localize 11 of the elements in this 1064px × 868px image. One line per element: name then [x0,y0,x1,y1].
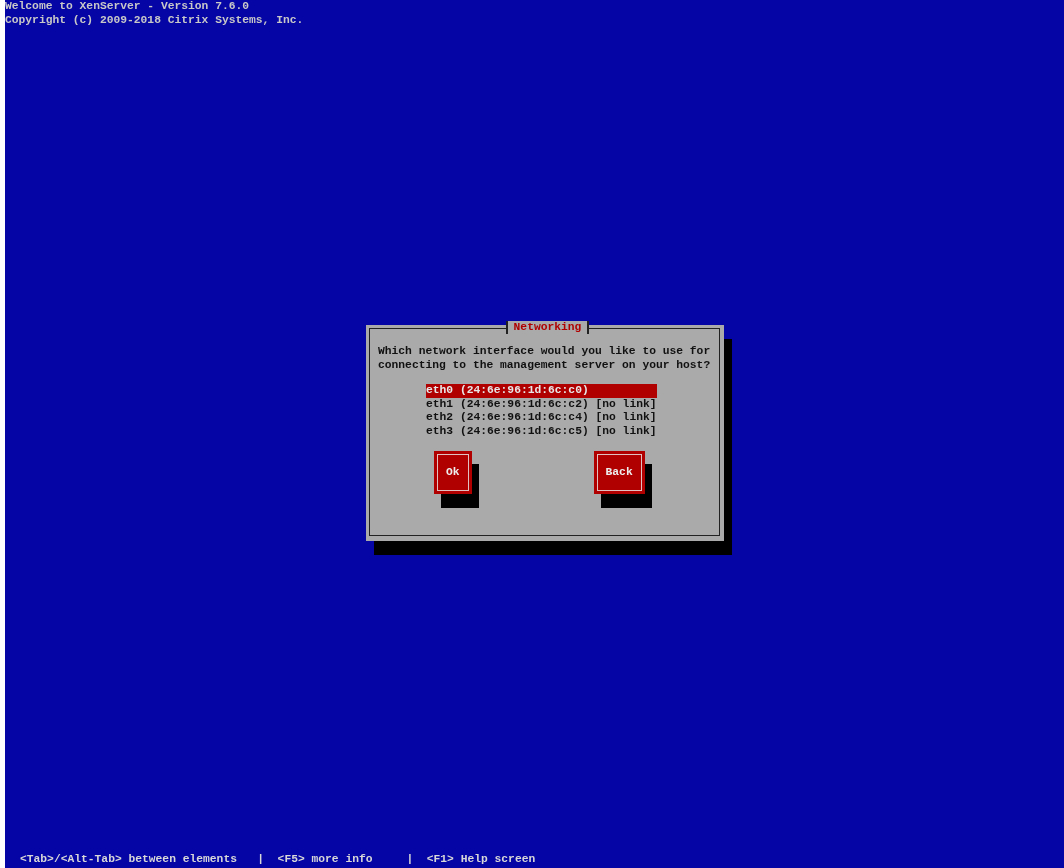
ok-button[interactable]: Ok [434,451,472,494]
back-button[interactable]: Back [593,451,645,494]
interface-item[interactable]: eth1 (24:6e:96:1d:6c:c2) [no link] [426,397,657,411]
interface-item[interactable]: eth3 (24:6e:96:1d:6c:c5) [no link] [426,424,657,438]
header-text: Copyright (c) 2009-2018 Citrix Systems, Inc. [5,13,305,27]
interface-item[interactable]: eth2 (24:6e:96:1d:6c:c4) [no link] [426,411,657,425]
prompt-text: Which network interface would you like to use for connecting to the management server on your host? [377,344,712,372]
header-text: Welcome to XenServer - Version 7.6.0 [5,0,251,14]
dialog-title: Networking [505,321,590,334]
key-hints: <Tab>/<Alt-Tab> between elements | <F5> more info | <F1> Help screen [20,853,536,865]
interface-item[interactable]: eth0 (24:6e:96:1d:6c:c0) [426,384,657,398]
